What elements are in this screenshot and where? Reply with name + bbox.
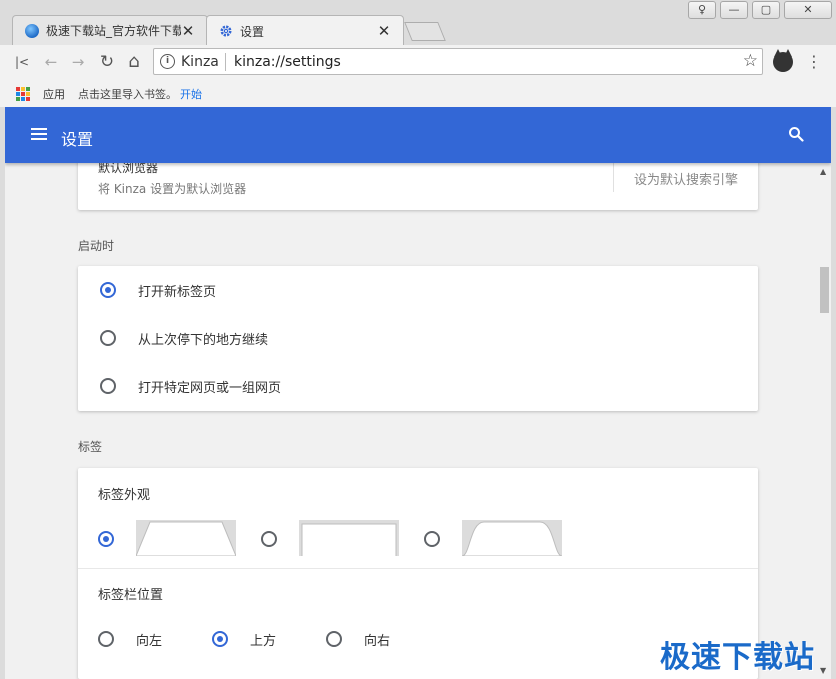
globe-icon — [25, 23, 39, 38]
default-browser-subtitle: 将 Kinza 设置为默认浏览器 — [98, 182, 247, 196]
scroll-down-arrow[interactable]: ▼ — [820, 666, 826, 675]
extension-cat-icon[interactable] — [773, 49, 793, 72]
tab-position-right-radio[interactable] — [326, 631, 342, 647]
apps-grid-icon[interactable] — [16, 87, 30, 101]
close-tab-icon[interactable]: ✕ — [181, 22, 195, 40]
startup-option-new-tab[interactable]: 打开新标签页 — [78, 266, 758, 314]
new-tab-button[interactable] — [404, 22, 446, 41]
close-window-button[interactable]: ✕ — [784, 1, 832, 19]
radio-label: 打开特定网页或一组网页 — [138, 381, 282, 396]
set-default-button[interactable]: 设为默认搜索引擎 — [634, 169, 738, 188]
bookmark-apps[interactable]: 应用 — [43, 86, 65, 102]
hamburger-menu-icon[interactable] — [31, 128, 47, 141]
tab-style-trapezoid-radio[interactable] — [98, 531, 114, 547]
address-bar[interactable]: i Kinza kinza://settings ☆ — [153, 48, 763, 75]
tab-strip: ♀ — ▢ ✕ 极速下载站_官方软件下载_ ✕ 设置 ✕ — [0, 0, 836, 46]
startup-option-specific-pages[interactable]: 打开特定网页或一组网页 — [78, 362, 758, 410]
tab-position-label: 标签栏位置 — [98, 588, 164, 603]
gear-icon — [219, 24, 233, 38]
settings-header: 设置 — [5, 107, 831, 163]
url-text[interactable]: kinza://settings — [234, 54, 341, 70]
page-scrollbar[interactable]: ▲ ▼ — [818, 163, 831, 679]
scroll-up-arrow[interactable]: ▲ — [820, 167, 826, 176]
tab-settings[interactable]: 设置 ✕ — [206, 15, 404, 46]
search-icon[interactable] — [788, 126, 804, 142]
site-label: Kinza — [181, 54, 219, 70]
window-controls: ♀ — ▢ ✕ — [688, 1, 832, 19]
radio-button[interactable] — [100, 378, 116, 394]
startup-section-label: 启动时 — [78, 239, 115, 253]
tab-position-left-radio[interactable] — [98, 631, 114, 647]
tab-download-site[interactable]: 极速下载站_官方软件下载_ ✕ — [12, 15, 208, 45]
page-title: 设置 — [61, 130, 94, 149]
tab-appearance-label: 标签外观 — [98, 488, 151, 503]
tab-position-top-radio[interactable] — [212, 631, 228, 647]
tab-style-trapezoid-preview[interactable] — [136, 520, 236, 556]
back-icon[interactable]: ← — [40, 51, 62, 73]
maximize-button[interactable]: ▢ — [752, 1, 780, 19]
tabs-card: 标签外观 标签栏位置 向左 上方 向右 — [78, 468, 758, 679]
scroll-thumb[interactable] — [820, 267, 829, 313]
menu-icon[interactable]: ⋮ — [806, 51, 822, 73]
bookmark-import-hint: 点击这里导入书签。 — [78, 88, 177, 101]
tab-position-top-label: 上方 — [250, 634, 277, 649]
tab-style-rounded-radio[interactable] — [424, 531, 440, 547]
tab-title: 极速下载站_官方软件下载_ — [46, 24, 181, 38]
toolbar: |< ← → ↻ ⌂ i Kinza kinza://settings ☆ ⋮ — [0, 45, 836, 81]
radio-label: 打开新标签页 — [138, 285, 217, 300]
startup-card: 打开新标签页 从上次停下的地方继续 打开特定网页或一组网页 — [78, 266, 758, 411]
info-icon[interactable]: i — [160, 54, 175, 69]
omnibox-divider — [225, 53, 226, 71]
tabs-section-label: 标签 — [78, 440, 103, 454]
minimize-button[interactable]: — — [720, 1, 748, 19]
radio-button[interactable] — [100, 330, 116, 346]
card-divider — [613, 159, 614, 192]
tab-style-rounded-preview[interactable] — [462, 520, 562, 556]
card-divider — [78, 568, 758, 569]
startup-option-continue[interactable]: 从上次停下的地方继续 — [78, 314, 758, 362]
bookmarks-bar: 应用 点击这里导入书签。 开始 — [0, 81, 836, 107]
browser-window: ♀ — ▢ ✕ 极速下载站_官方软件下载_ ✕ 设置 ✕ |< ← → ↻ ⌂ … — [0, 0, 836, 679]
tab-position-left-label: 向左 — [136, 634, 163, 649]
home-icon[interactable]: ⌂ — [123, 51, 145, 73]
first-page-icon[interactable]: |< — [11, 51, 33, 73]
reload-icon[interactable]: ↻ — [96, 51, 118, 73]
watermark-logo: 极速下载站 — [660, 640, 815, 675]
radio-button[interactable] — [100, 282, 116, 298]
tab-style-rectangle-preview[interactable] — [299, 520, 399, 556]
star-icon[interactable]: ☆ — [743, 51, 758, 71]
tab-style-rectangle-radio[interactable] — [261, 531, 277, 547]
forward-icon[interactable]: → — [67, 51, 89, 73]
tab-position-right-label: 向右 — [364, 634, 391, 649]
settings-page: 设置 默认浏览器 将 Kinza 设置为默认浏览器 设为默认搜索引擎 启动时 打… — [5, 107, 831, 679]
radio-label: 从上次停下的地方继续 — [138, 333, 269, 348]
tab-title: 设置 — [240, 24, 265, 39]
bookmark-start-link[interactable]: 开始 — [180, 86, 202, 102]
close-tab-icon[interactable]: ✕ — [377, 22, 391, 40]
profile-button[interactable]: ♀ — [688, 1, 716, 19]
